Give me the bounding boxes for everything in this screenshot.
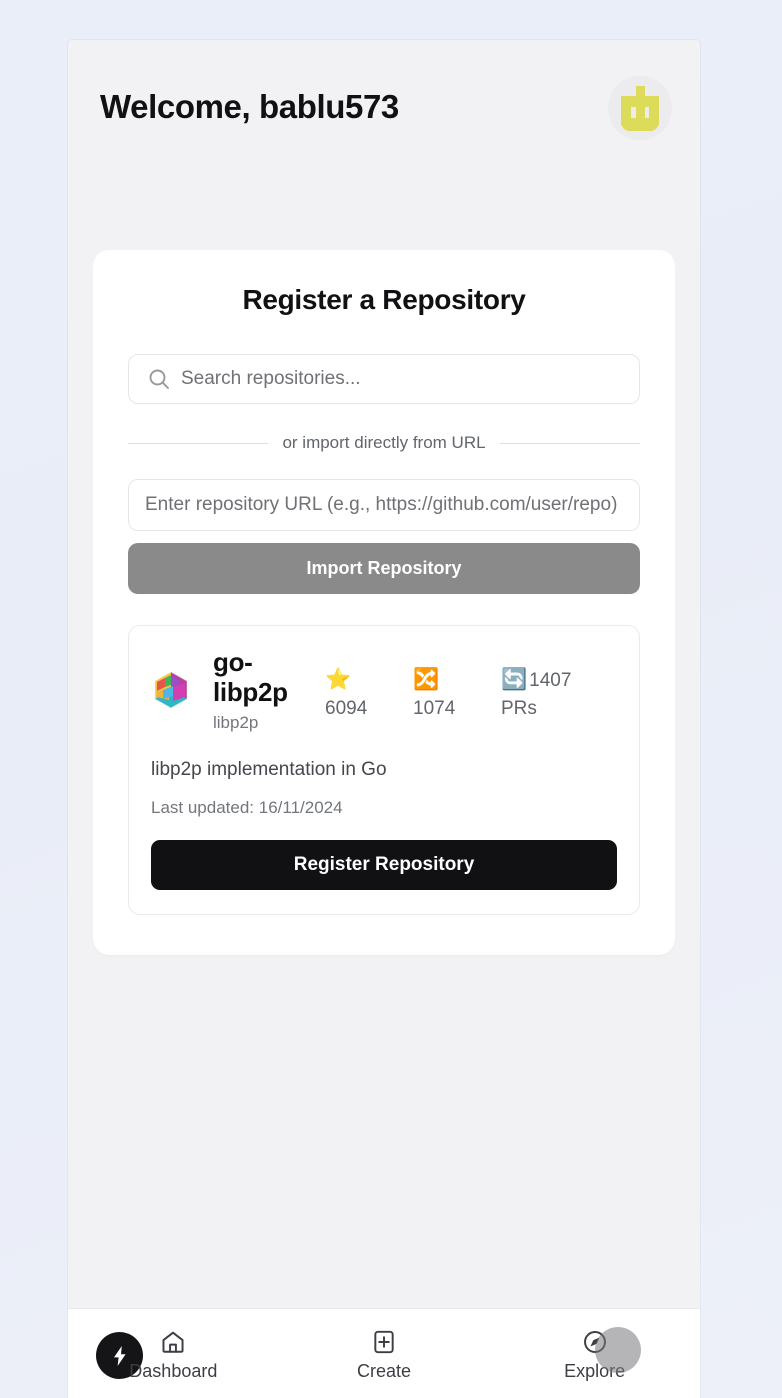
- repository-name: go-libp2p: [213, 647, 288, 707]
- nav-item-dashboard[interactable]: Dashboard: [68, 1325, 279, 1382]
- repository-description: libp2p implementation in Go: [151, 758, 387, 780]
- repository-header-row: go-libp2p libp2p ⭐ 6094 🔀 1074 🔄 1407 PRs: [151, 647, 617, 733]
- nav-label-explore: Explore: [564, 1361, 626, 1381]
- stat-stars: ⭐ 6094: [325, 664, 413, 722]
- nav-label-dashboard: Dashboard: [129, 1361, 218, 1381]
- divider-label: or import directly from URL: [282, 433, 486, 452]
- page-title: Welcome, bablu573: [100, 88, 399, 125]
- divider-line-right: [499, 442, 641, 444]
- stat-pull-requests-value: 1407: [529, 670, 572, 691]
- plus-square-icon: [371, 1329, 397, 1355]
- star-emoji-icon: ⭐: [325, 667, 352, 691]
- divider-line-left: [128, 442, 269, 444]
- nav-label-create: Create: [356, 1361, 412, 1381]
- register-repository-button[interactable]: Register Repository: [151, 839, 617, 890]
- repository-identity: go-libp2p libp2p: [191, 647, 303, 733]
- compass-icon: [582, 1329, 608, 1355]
- home-icon: [160, 1329, 186, 1355]
- libp2p-cube-logo-icon: [151, 670, 191, 710]
- stat-pull-requests: 🔄 1407 PRs: [501, 664, 589, 722]
- repository-url-input[interactable]: [128, 479, 640, 531]
- stat-stars-value: 6094: [325, 697, 368, 719]
- nav-item-create[interactable]: Create: [279, 1325, 490, 1382]
- repository-last-updated: Last updated: 16/11/2024: [151, 797, 343, 817]
- repository-stats: ⭐ 6094 🔀 1074 🔄 1407 PRs: [303, 648, 617, 722]
- import-divider: or import directly from URL: [128, 433, 641, 453]
- search-field-wrapper: [128, 354, 640, 404]
- shuffle-emoji-icon: 🔀: [413, 667, 440, 691]
- app-header: Welcome, bablu573: [68, 40, 700, 250]
- bottom-navigation-bar: Dashboard Create Explore: [68, 1308, 700, 1398]
- nav-item-explore[interactable]: Explore: [489, 1325, 700, 1382]
- refresh-emoji-icon: 🔄: [501, 667, 528, 691]
- card-title: Register a Repository: [242, 284, 526, 315]
- stat-forks: 🔀 1074: [413, 664, 501, 722]
- register-repository-card: Register a Repository or import directly…: [93, 250, 675, 955]
- stat-forks-value: 1074: [413, 697, 456, 719]
- search-input[interactable]: [128, 354, 640, 404]
- stat-pull-requests-suffix: PRs: [501, 697, 537, 719]
- import-repository-button[interactable]: Import Repository: [128, 543, 640, 594]
- user-identicon-avatar[interactable]: [608, 76, 672, 140]
- repository-result-card[interactable]: go-libp2p libp2p ⭐ 6094 🔀 1074 🔄 1407 PRs: [128, 625, 640, 915]
- app-panel: Welcome, bablu573 Register a Repository: [68, 40, 700, 1398]
- repository-owner: libp2p: [213, 712, 259, 732]
